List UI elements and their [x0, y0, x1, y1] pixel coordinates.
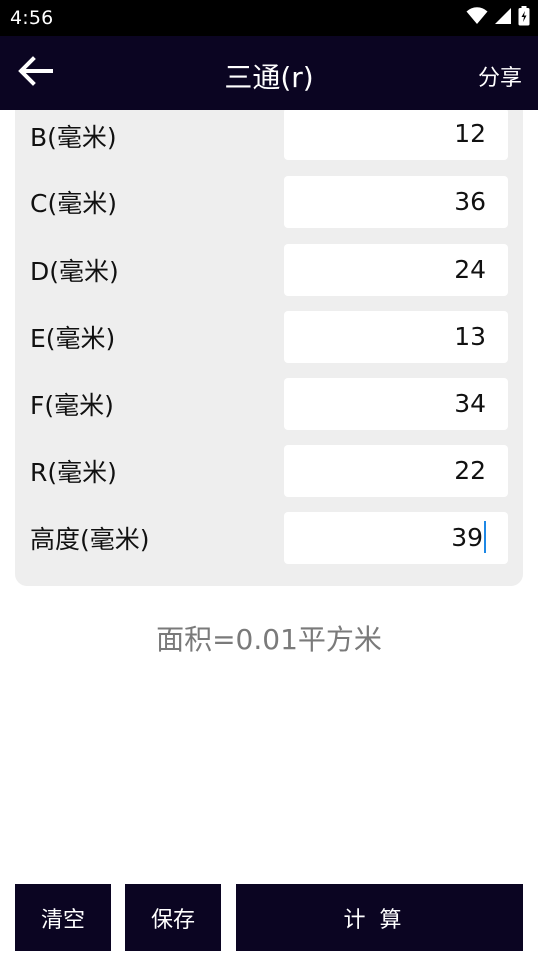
- text-caret: [484, 521, 486, 553]
- form-row-b: B(毫米) 12: [15, 110, 523, 162]
- page-title: 三通(r): [224, 61, 314, 94]
- form-card: B(毫米) 12 C(毫米) 36 D(毫米) 24 E(毫米) 13 F(毫米…: [15, 110, 523, 586]
- signal-icon: [494, 7, 512, 30]
- status-time: 4:56: [10, 7, 54, 29]
- form-row-f: F(毫米) 34: [15, 378, 523, 430]
- input-e[interactable]: 13: [284, 311, 508, 363]
- form-row-d: D(毫米) 24: [15, 244, 523, 296]
- form-row-c: C(毫米) 36: [15, 176, 523, 228]
- field-label-b: B(毫米): [30, 123, 117, 152]
- input-f[interactable]: 34: [284, 378, 508, 430]
- form-row-r: R(毫米) 22: [15, 445, 523, 497]
- battery-charging-icon: [518, 5, 530, 31]
- input-r[interactable]: 22: [284, 445, 508, 497]
- field-label-d: D(毫米): [30, 257, 119, 286]
- input-height-value: 39: [451, 523, 483, 552]
- status-bar: 4:56: [0, 0, 538, 36]
- status-icons: [466, 5, 530, 31]
- input-d[interactable]: 24: [284, 244, 508, 296]
- field-label-f: F(毫米): [30, 391, 114, 420]
- arrow-left-icon: [17, 55, 53, 91]
- app-bar: 三通(r) 分享: [0, 36, 538, 110]
- area-result: 面积=0.01平方米: [156, 623, 382, 656]
- clear-button[interactable]: 清空: [15, 884, 111, 951]
- field-label-c: C(毫米): [30, 189, 117, 218]
- input-c[interactable]: 36: [284, 176, 508, 228]
- share-button[interactable]: 分享: [478, 60, 522, 92]
- field-label-height: 高度(毫米): [30, 525, 150, 554]
- form-row-height: 高度(毫米) 39: [15, 512, 523, 564]
- save-button[interactable]: 保存: [125, 884, 221, 951]
- form-row-e: E(毫米) 13: [15, 311, 523, 363]
- field-label-r: R(毫米): [30, 458, 117, 487]
- input-height[interactable]: 39: [284, 512, 508, 564]
- input-b[interactable]: 12: [284, 110, 508, 160]
- wifi-icon: [466, 6, 488, 30]
- field-label-e: E(毫米): [30, 324, 116, 353]
- calculate-button[interactable]: 计算: [236, 884, 523, 951]
- back-button[interactable]: [14, 54, 56, 92]
